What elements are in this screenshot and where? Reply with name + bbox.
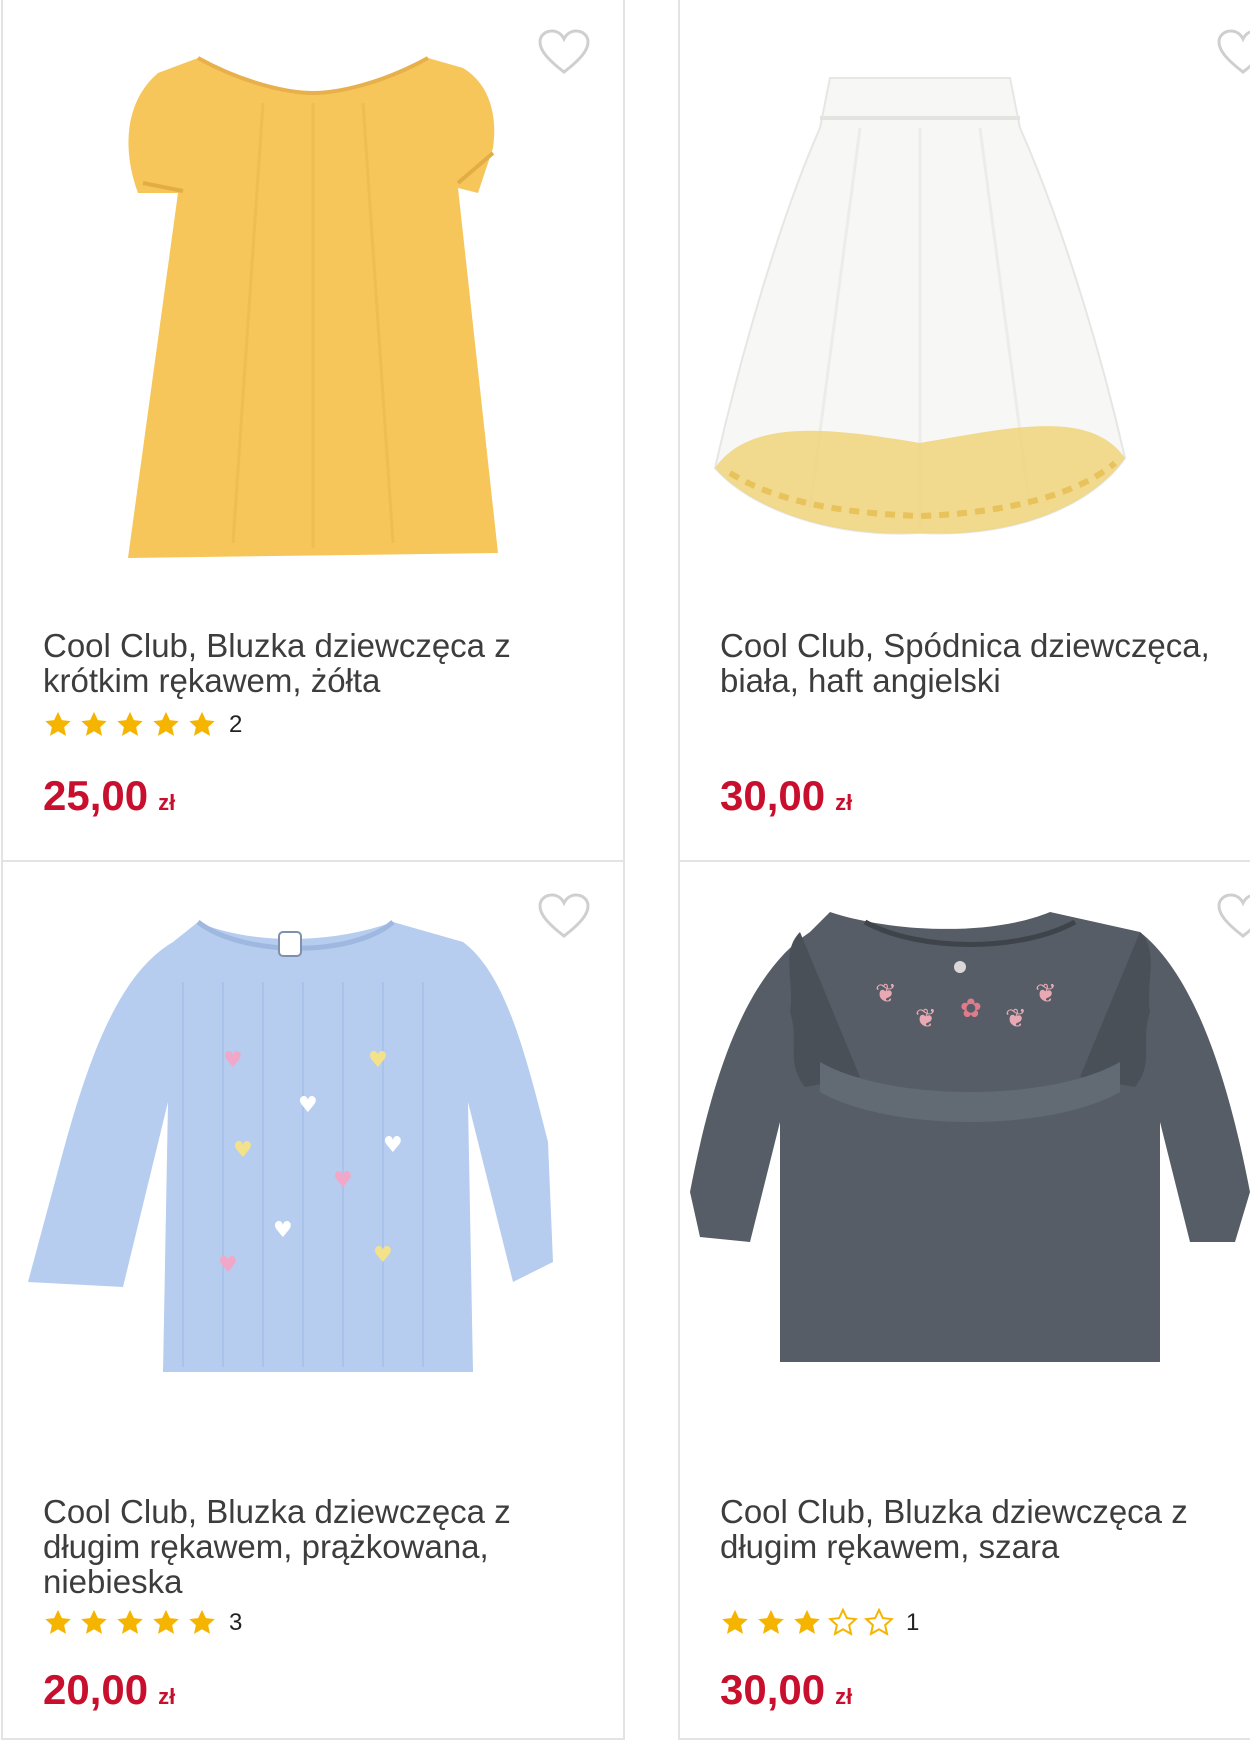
svg-text:♥: ♥ <box>233 1138 253 1163</box>
rating-count: 3 <box>229 1609 243 1636</box>
svg-text:♥: ♥ <box>368 1048 388 1073</box>
price: 20,00 zł <box>43 1666 175 1714</box>
star-filled-icon <box>45 1609 71 1634</box>
rating: 2 <box>43 710 242 740</box>
grey-blouse-image[interactable]: ❦ ❦ ✿ ❦ ❦ <box>690 892 1250 1382</box>
heart-icon[interactable] <box>537 28 591 76</box>
price: 30,00 zł <box>720 1666 852 1714</box>
price-value: 20,00 <box>43 1666 149 1713</box>
star-empty-icon <box>864 1608 894 1636</box>
star-filled-icon <box>189 711 215 736</box>
price: 30,00 zł <box>720 772 852 820</box>
star-filled-icon <box>153 1609 179 1634</box>
svg-text:❦: ❦ <box>1035 979 1057 1009</box>
star-filled-icon <box>117 711 143 736</box>
svg-text:♥: ♥ <box>223 1048 243 1073</box>
svg-text:❦: ❦ <box>875 979 897 1009</box>
star-filled-icon <box>117 1609 143 1634</box>
product-card[interactable]: Cool Club, Bluzka dziewczęca z krótkim r… <box>1 0 625 862</box>
price-currency: zł <box>158 790 176 815</box>
price-currency: zł <box>835 790 853 815</box>
product-grid: Cool Club, Bluzka dziewczęca z krótkim r… <box>0 0 1250 1740</box>
svg-text:♥: ♥ <box>298 1093 318 1118</box>
star-filled-icon <box>81 1609 107 1634</box>
white-skirt-image[interactable] <box>710 68 1130 538</box>
product-title[interactable]: Cool Club, Bluzka dziewczęca z krótkim r… <box>43 628 603 698</box>
product-card[interactable]: Cool Club, Spódnica dziewczęca, biała, h… <box>678 0 1250 862</box>
svg-text:♥: ♥ <box>273 1218 293 1243</box>
svg-text:❦: ❦ <box>915 1004 937 1034</box>
star-filled-icon <box>81 711 107 736</box>
price-currency: zł <box>835 1684 853 1709</box>
yellow-blouse-image[interactable] <box>103 43 523 588</box>
price-value: 25,00 <box>43 772 149 819</box>
svg-text:❦: ❦ <box>1005 1004 1027 1034</box>
rating: 3 <box>43 1608 242 1638</box>
star-empty-icon <box>828 1608 858 1636</box>
svg-text:♥: ♥ <box>373 1243 393 1268</box>
svg-text:✿: ✿ <box>960 994 982 1024</box>
svg-text:♥: ♥ <box>218 1253 238 1278</box>
price-currency: zł <box>158 1684 176 1709</box>
star-filled-icon <box>794 1609 820 1634</box>
product-card[interactable]: ❦ ❦ ✿ ❦ ❦ Cool Club, Bluzka dziewczęca z… <box>678 860 1250 1740</box>
star-filled-icon <box>758 1609 784 1634</box>
star-filled-icon <box>153 711 179 736</box>
rating: 1 <box>720 1608 919 1638</box>
heart-icon[interactable] <box>1216 28 1250 76</box>
product-title[interactable]: Cool Club, Bluzka dziewczęca z długim rę… <box>720 1494 1250 1564</box>
price-value: 30,00 <box>720 1666 826 1713</box>
svg-text:♥: ♥ <box>333 1168 353 1193</box>
blue-longsleeve-image[interactable]: ♥ ♥ ♥ ♥ ♥ ♥ ♥ ♥ ♥ <box>23 902 613 1402</box>
product-card[interactable]: ♥ ♥ ♥ ♥ ♥ ♥ ♥ ♥ ♥ Cool Club, Bluzka dzie… <box>1 860 625 1740</box>
star-filled-icon <box>189 1609 215 1634</box>
rating-count: 1 <box>906 1609 920 1636</box>
price-value: 30,00 <box>720 772 826 819</box>
svg-text:♥: ♥ <box>383 1133 403 1158</box>
product-title[interactable]: Cool Club, Bluzka dziewczęca z długim rę… <box>43 1494 603 1599</box>
star-filled-icon <box>45 711 71 736</box>
star-filled-icon <box>722 1609 748 1634</box>
product-title[interactable]: Cool Club, Spódnica dziewczęca, biała, h… <box>720 628 1250 698</box>
rating-count: 2 <box>229 711 243 738</box>
price: 25,00 zł <box>43 772 175 820</box>
